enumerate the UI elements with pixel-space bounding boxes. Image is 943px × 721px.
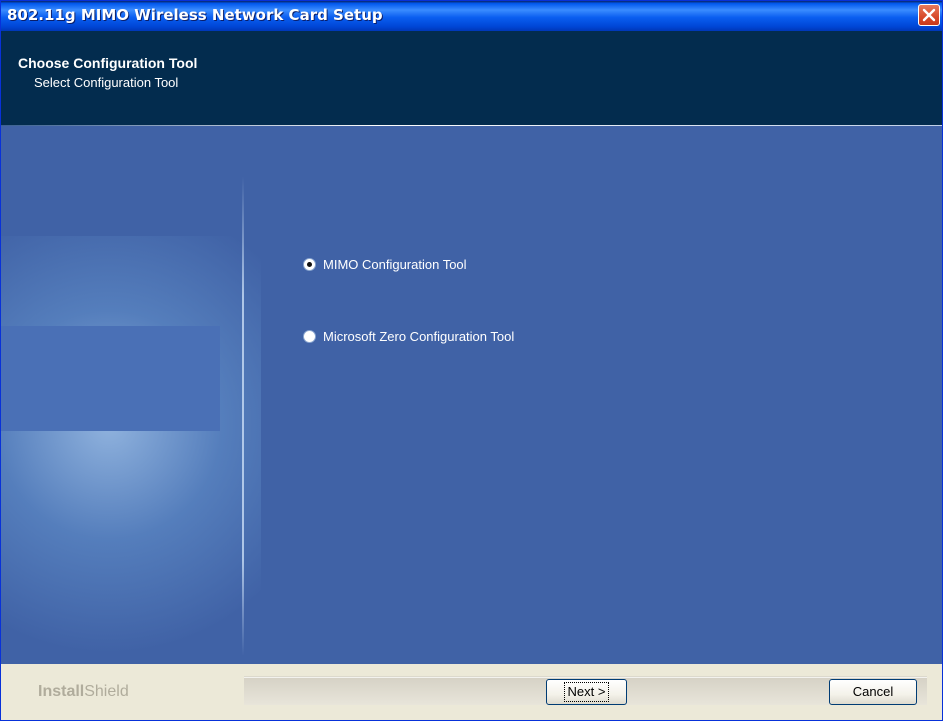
setup-window: 802.11g MIMO Wireless Network Card Setup… — [0, 0, 943, 721]
radio-unchecked-icon[interactable] — [303, 329, 316, 343]
next-button[interactable]: Next > — [546, 679, 627, 705]
background-glow — [1, 236, 261, 656]
option-mimo-configuration-tool[interactable]: MIMO Configuration Tool — [303, 254, 467, 274]
cancel-button[interactable]: Cancel — [829, 679, 917, 705]
option-microsoft-zero-configuration-tool[interactable]: Microsoft Zero Configuration Tool — [303, 326, 514, 346]
wizard-content: MIMO Configuration Tool Microsoft Zero C… — [1, 126, 942, 664]
close-icon — [922, 8, 936, 22]
option-label[interactable]: MIMO Configuration Tool — [323, 257, 467, 272]
close-button[interactable] — [918, 4, 940, 26]
decorative-panel — [1, 326, 220, 431]
window-title: 802.11g MIMO Wireless Network Card Setup — [7, 6, 383, 24]
radio-checked-icon[interactable] — [303, 257, 316, 271]
header-title: Choose Configuration Tool — [18, 55, 198, 71]
footer-divider — [244, 676, 927, 678]
wizard-header: Choose Configuration Tool Select Configu… — [1, 31, 942, 125]
decorative-divider — [242, 176, 244, 656]
wizard-footer: InstallShield Next > Cancel — [1, 664, 942, 720]
title-bar[interactable]: 802.11g MIMO Wireless Network Card Setup — [1, 1, 942, 31]
option-label[interactable]: Microsoft Zero Configuration Tool — [323, 329, 514, 344]
installshield-logo: InstallShield — [38, 683, 129, 700]
next-button-label[interactable]: Next > — [563, 682, 610, 702]
header-subtitle: Select Configuration Tool — [34, 75, 179, 90]
